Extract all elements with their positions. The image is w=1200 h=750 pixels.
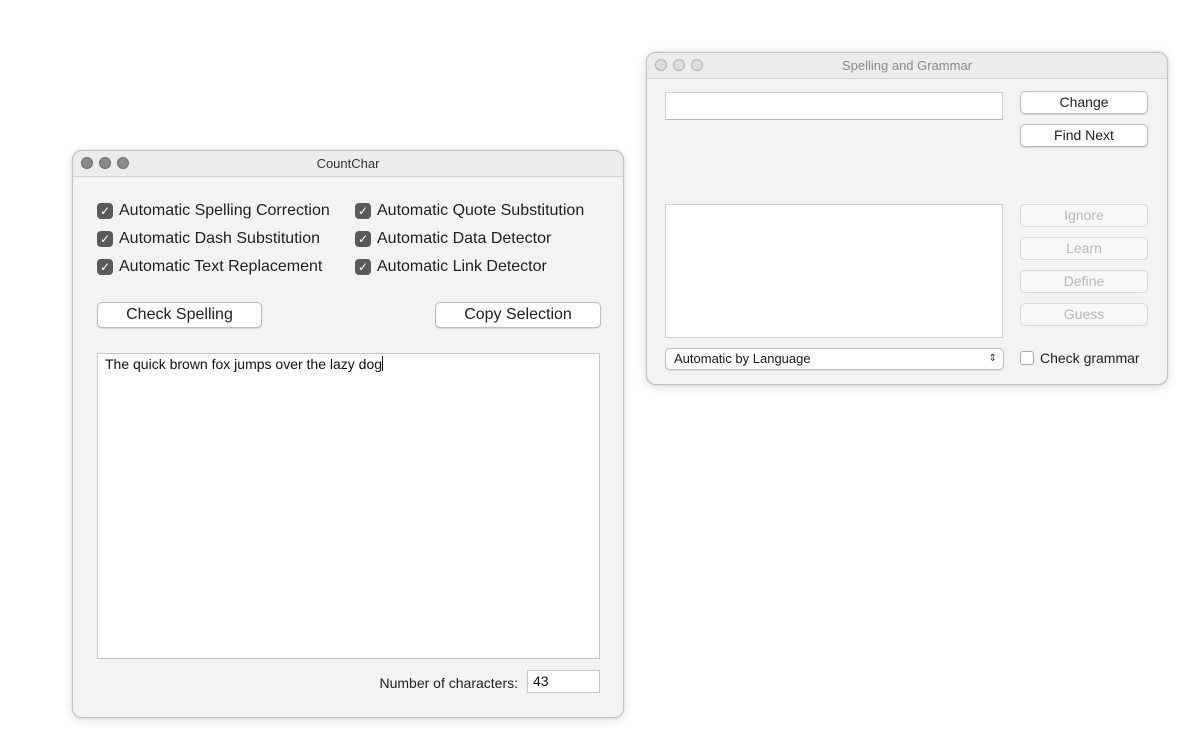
countchar-titlebar[interactable]: CountChar	[73, 151, 623, 177]
language-select-value: Automatic by Language	[674, 351, 811, 366]
check-icon: ✓	[355, 231, 371, 247]
character-count-field[interactable]: 43	[527, 670, 600, 693]
check-icon: ✓	[97, 203, 113, 219]
define-button[interactable]: Define	[1020, 270, 1148, 293]
guess-button[interactable]: Guess	[1020, 303, 1148, 326]
spelling-titlebar[interactable]: Spelling and Grammar	[647, 53, 1167, 79]
ignore-button[interactable]: Ignore	[1020, 204, 1148, 227]
suggestions-list[interactable]	[665, 204, 1003, 338]
check-icon: ✓	[97, 231, 113, 247]
checkbox-automatic-text-replacement[interactable]: ✓ Automatic Text Replacement	[97, 258, 322, 276]
change-button[interactable]: Change	[1020, 91, 1148, 114]
character-count-label: Number of characters:	[379, 675, 519, 691]
checkbox-label: Automatic Quote Substitution	[377, 202, 585, 219]
find-next-button[interactable]: Find Next	[1020, 124, 1148, 147]
check-grammar-label: Check grammar	[1040, 350, 1140, 366]
check-icon: ✓	[97, 259, 113, 275]
window-title: Spelling and Grammar	[841, 58, 973, 73]
checkbox-automatic-link-detector[interactable]: ✓ Automatic Link Detector	[355, 258, 547, 276]
checkbox-label: Automatic Data Detector	[377, 230, 552, 247]
check-grammar-checkbox[interactable]: Check grammar	[1020, 350, 1140, 366]
check-spelling-button[interactable]: Check Spelling	[97, 302, 262, 328]
window-title: CountChar	[316, 156, 380, 171]
text-caret	[382, 356, 384, 371]
checkbox-label: Automatic Link Detector	[377, 258, 547, 275]
checkbox-automatic-data-detector[interactable]: ✓ Automatic Data Detector	[355, 230, 551, 248]
check-icon: ✓	[355, 259, 371, 275]
checkbox-label: Automatic Dash Substitution	[119, 230, 320, 247]
checkbox-box	[1020, 351, 1034, 365]
replacement-word-input[interactable]	[665, 92, 1003, 120]
up-down-chevron-icon: ⇕	[988, 353, 997, 364]
checkbox-label: Automatic Spelling Correction	[119, 202, 330, 219]
checkbox-automatic-quote-substitution[interactable]: ✓ Automatic Quote Substitution	[355, 202, 584, 220]
copy-selection-button[interactable]: Copy Selection	[435, 302, 601, 328]
text-content: The quick brown fox jumps over the lazy …	[105, 356, 383, 372]
checkbox-automatic-spelling-correction[interactable]: ✓ Automatic Spelling Correction	[97, 202, 330, 220]
check-icon: ✓	[355, 203, 371, 219]
text-input-area[interactable]: The quick brown fox jumps over the lazy …	[97, 353, 600, 659]
checkbox-label: Automatic Text Replacement	[119, 258, 323, 275]
countchar-window: CountChar ✓ Automatic Spelling Correctio…	[72, 150, 624, 718]
learn-button[interactable]: Learn	[1020, 237, 1148, 260]
checkbox-automatic-dash-substitution[interactable]: ✓ Automatic Dash Substitution	[97, 230, 320, 248]
spelling-grammar-window: Spelling and Grammar Change Find Next Ig…	[646, 52, 1168, 385]
language-select[interactable]: Automatic by Language ⇕	[665, 348, 1004, 370]
